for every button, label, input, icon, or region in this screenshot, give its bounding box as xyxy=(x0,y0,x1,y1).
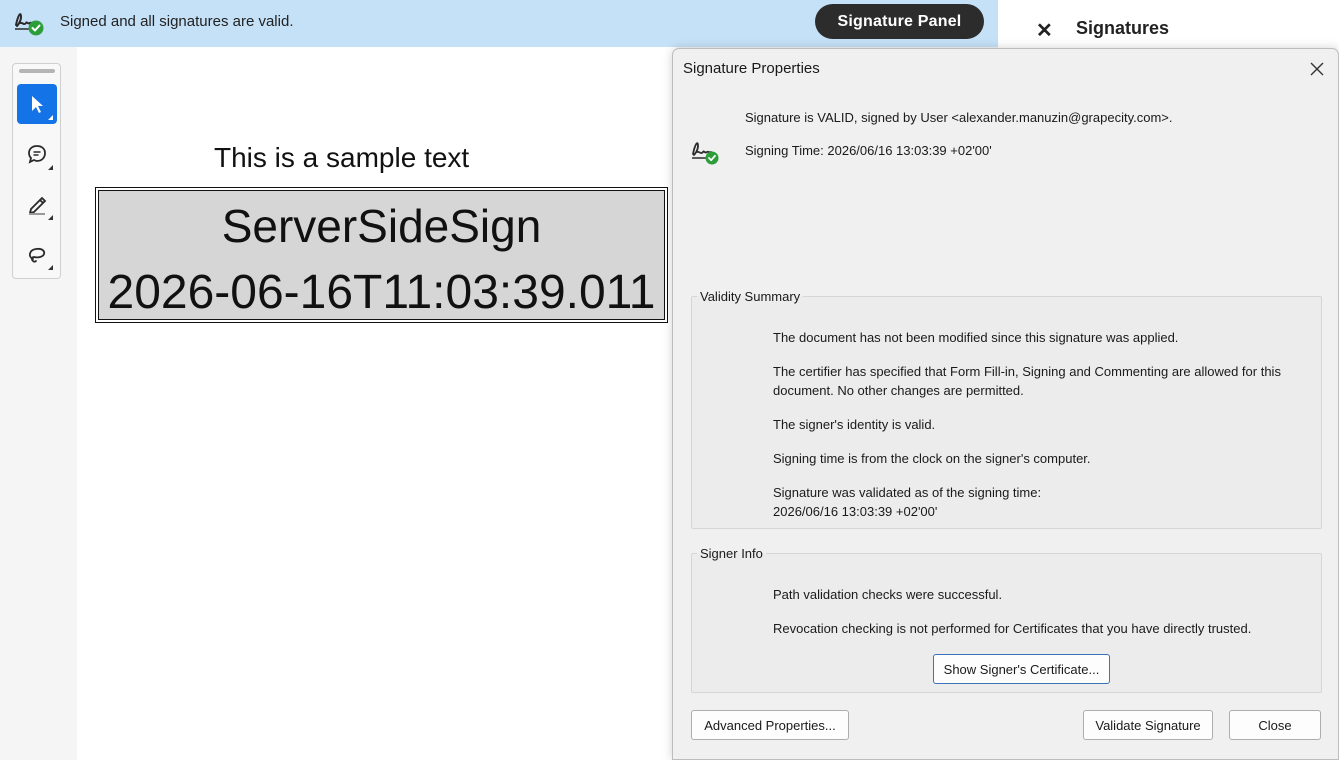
validity-line: The signer's identity is valid. xyxy=(773,417,936,432)
advanced-properties-button[interactable]: Advanced Properties... xyxy=(691,710,849,740)
signer-info-line: Path validation checks were successful. xyxy=(773,587,1003,602)
highlight-tool-button[interactable] xyxy=(17,184,57,224)
arrow-cursor-icon xyxy=(32,96,43,113)
validity-line: The document has not been modified since… xyxy=(773,330,1179,345)
pen-icon xyxy=(29,196,47,215)
signature-appearance: ServerSideSign 2026-06-16T11:03:39.011 xyxy=(98,190,665,320)
signature-valid-icon xyxy=(692,142,719,165)
validity-line: Signing time is from the clock on the si… xyxy=(773,451,1091,466)
signature-valid-icon xyxy=(15,13,44,36)
signature-status: Signature is VALID, signed by User <alex… xyxy=(745,110,1173,125)
close-button[interactable]: Close xyxy=(1229,710,1321,740)
validity-line: 2026/06/16 13:03:39 +02'00' xyxy=(773,504,938,519)
dialog-close-icon[interactable] xyxy=(1305,57,1329,81)
signature-properties-dialog: Signature Properties Signature is VALID,… xyxy=(672,48,1339,760)
tool-strip xyxy=(12,63,61,279)
signature-name: ServerSideSign xyxy=(221,200,542,252)
drag-handle[interactable] xyxy=(19,69,55,73)
notification-message: Signed and all signatures are valid. xyxy=(60,13,294,30)
side-panel-close-icon[interactable]: ✕ xyxy=(1036,18,1053,43)
show-certificate-button[interactable]: Show Signer's Certificate... xyxy=(933,654,1110,684)
comment-tool-button[interactable] xyxy=(17,134,57,174)
validity-line: The certifier has specified that Form Fi… xyxy=(773,364,1281,398)
signer-info-group: Signer Info Path validation checks were … xyxy=(691,546,1322,693)
notification-bar: Signed and all signatures are valid. Sig… xyxy=(0,0,998,47)
signature-timestamp: 2026-06-16T11:03:39.011 xyxy=(107,266,656,319)
validity-summary-legend: Validity Summary xyxy=(700,289,801,304)
validate-signature-button[interactable]: Validate Signature xyxy=(1083,710,1213,740)
signing-time: Signing Time: 2026/06/16 13:03:39 +02'00… xyxy=(745,143,992,158)
sample-text: This is a sample text xyxy=(214,142,470,173)
validity-line: Signature was validated as of the signin… xyxy=(773,485,1042,500)
signature-panel-button[interactable]: Signature Panel xyxy=(815,4,984,39)
dialog-title: Signature Properties xyxy=(683,60,820,77)
validity-summary-group: Validity Summary The document has not be… xyxy=(691,289,1322,529)
select-tool-button[interactable] xyxy=(17,84,57,124)
lasso-icon xyxy=(29,247,46,263)
signer-info-line: Revocation checking is not performed for… xyxy=(773,621,1252,636)
speech-bubble-icon xyxy=(28,145,46,164)
draw-tool-button[interactable] xyxy=(17,234,57,274)
side-panel-title: Signatures xyxy=(1076,18,1170,38)
signature-field[interactable]: ServerSideSign 2026-06-16T11:03:39.011 xyxy=(95,187,668,323)
signer-info-legend: Signer Info xyxy=(700,546,763,561)
